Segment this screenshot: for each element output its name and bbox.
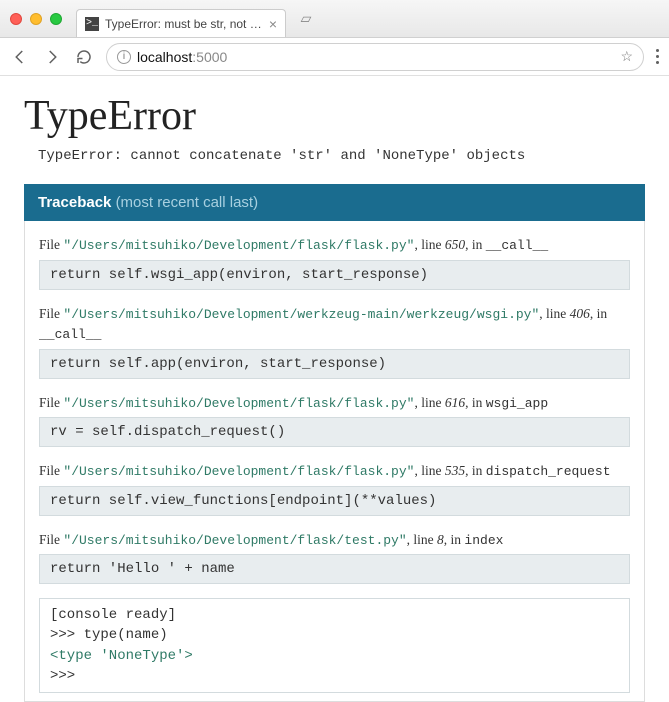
traceback-frame[interactable]: File "/Users/mitsuhiko/Development/flask…: [39, 393, 630, 448]
traceback-frame[interactable]: File "/Users/mitsuhiko/Development/flask…: [39, 530, 630, 585]
reload-button[interactable]: [74, 47, 94, 67]
frame-code: return 'Hello ' + name: [39, 554, 630, 584]
window-title-bar: >_ TypeError: must be str, not No × ▱: [0, 0, 669, 38]
frame-code: rv = self.dispatch_request(): [39, 417, 630, 447]
frame-code: return self.view_functions[endpoint](**v…: [39, 486, 630, 516]
window-controls: [10, 13, 62, 25]
browser-menu-button[interactable]: [656, 49, 659, 64]
new-tab-button[interactable]: ▱: [296, 9, 316, 29]
traceback-header: Traceback (most recent call last): [24, 184, 645, 221]
address-bar[interactable]: i localhost:5000 ☆: [106, 43, 644, 71]
frame-location: File "/Users/mitsuhiko/Development/flask…: [39, 461, 630, 482]
console-output: <type 'NoneType'>: [50, 646, 619, 666]
back-button[interactable]: [10, 47, 30, 67]
console-prompt[interactable]: >>>: [50, 666, 619, 686]
error-heading: TypeError: [24, 92, 645, 140]
frame-code: return self.wsgi_app(environ, start_resp…: [39, 260, 630, 290]
traceback-subtitle: (most recent call last): [116, 194, 259, 211]
bookmark-star-icon[interactable]: ☆: [620, 48, 633, 65]
url-host: localhost:5000: [137, 49, 227, 65]
browser-toolbar: i localhost:5000 ☆: [0, 38, 669, 76]
forward-button[interactable]: [42, 47, 62, 67]
traceback-frame[interactable]: File "/Users/mitsuhiko/Development/flask…: [39, 235, 630, 290]
close-window-button[interactable]: [10, 13, 22, 25]
traceback-frame[interactable]: File "/Users/mitsuhiko/Development/flask…: [39, 461, 630, 516]
frame-location: File "/Users/mitsuhiko/Development/flask…: [39, 235, 630, 256]
frame-location: File "/Users/mitsuhiko/Development/flask…: [39, 393, 630, 414]
frame-code: return self.app(environ, start_response): [39, 349, 630, 379]
traceback-title: Traceback: [38, 194, 111, 211]
console-input: >>> type(name): [50, 625, 619, 645]
console-ready: [console ready]: [50, 605, 619, 625]
frame-location: File "/Users/mitsuhiko/Development/flask…: [39, 530, 630, 551]
close-tab-button[interactable]: ×: [269, 17, 277, 31]
debug-console[interactable]: [console ready] >>> type(name) <type 'No…: [39, 598, 630, 693]
tab-title: TypeError: must be str, not No: [105, 17, 263, 31]
traceback-frame[interactable]: File "/Users/mitsuhiko/Development/werkz…: [39, 304, 630, 379]
frame-location: File "/Users/mitsuhiko/Development/werkz…: [39, 304, 630, 345]
error-message: TypeError: cannot concatenate 'str' and …: [38, 148, 645, 164]
favicon-icon: >_: [85, 17, 99, 31]
browser-tab[interactable]: >_ TypeError: must be str, not No ×: [76, 9, 286, 37]
minimize-window-button[interactable]: [30, 13, 42, 25]
maximize-window-button[interactable]: [50, 13, 62, 25]
page-content: TypeError TypeError: cannot concatenate …: [0, 76, 669, 702]
site-info-icon[interactable]: i: [117, 50, 131, 64]
